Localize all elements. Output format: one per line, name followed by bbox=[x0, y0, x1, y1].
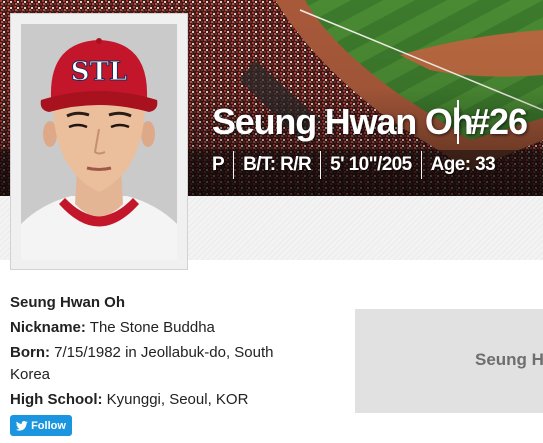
bio-born-value: 7/15/1982 in Jeollabuk-do, South Korea bbox=[10, 344, 274, 383]
bio-full-name: Seung Hwan Oh bbox=[10, 294, 126, 311]
stat-divider bbox=[420, 151, 422, 179]
bio-nickname-label: Nickname: bbox=[10, 319, 86, 336]
bio-high-school-label: High School: bbox=[10, 391, 103, 408]
bio-high-school-row: High School: Kyunggi, Seoul, KOR bbox=[10, 389, 310, 411]
player-bio: Seung Hwan Oh Nickname: The Stone Buddha… bbox=[10, 292, 310, 414]
bio-nickname-value: The Stone Buddha bbox=[89, 319, 215, 336]
bio-born-row: Born: 7/15/1982 in Jeollabuk-do, South K… bbox=[10, 342, 310, 386]
stat-height-weight: 5' 10"/205 bbox=[330, 154, 412, 175]
headshot-illustration: STL bbox=[21, 24, 177, 260]
bio-nickname-row: Nickname: The Stone Buddha bbox=[10, 317, 310, 339]
player-stats-bar: P B/T: R/R 5' 10"/205 Age: 33 bbox=[212, 150, 496, 180]
stat-age: Age: 33 bbox=[430, 154, 496, 175]
stat-divider bbox=[233, 151, 235, 179]
bio-high-school-value: Kyunggi, Seoul, KOR bbox=[106, 391, 249, 408]
related-player-name: Seung H bbox=[475, 350, 543, 369]
player-name: Seung Hwan Oh bbox=[212, 101, 474, 142]
bio-born-label: Born: bbox=[10, 344, 50, 361]
svg-text:STL: STL bbox=[71, 57, 127, 87]
related-player-panel[interactable]: Seung H bbox=[355, 309, 543, 413]
player-headshot-card: STL bbox=[10, 13, 188, 270]
jersey-number: #26 bbox=[470, 101, 528, 142]
player-headshot: STL bbox=[21, 24, 177, 260]
twitter-follow-button[interactable]: Follow bbox=[10, 415, 72, 436]
stat-divider bbox=[320, 151, 322, 179]
twitter-bird-icon bbox=[16, 420, 28, 431]
follow-label: Follow bbox=[31, 419, 66, 432]
stat-position: P bbox=[212, 154, 225, 175]
name-number-divider bbox=[457, 100, 459, 144]
stat-bats-throws: B/T: R/R bbox=[243, 154, 312, 175]
